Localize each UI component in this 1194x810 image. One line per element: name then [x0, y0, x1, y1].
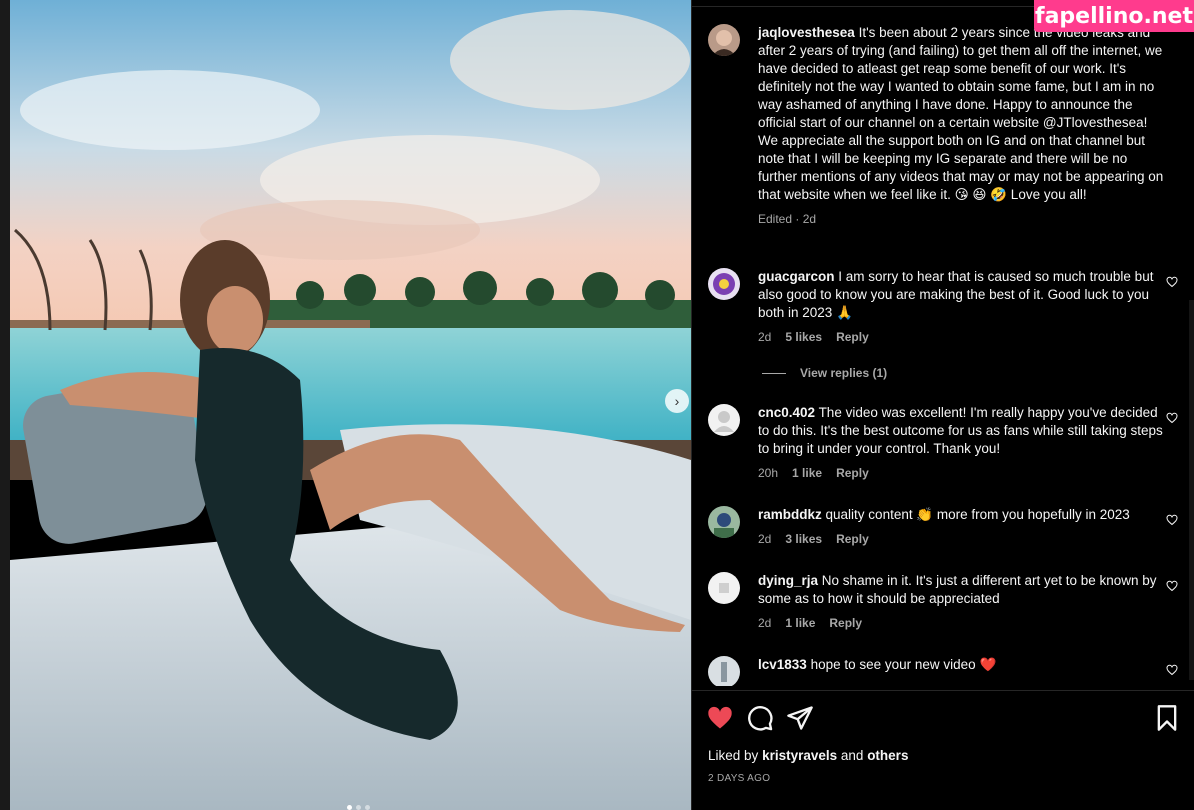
caption-text: jaqlovesthesea It's been about 2 years s…: [758, 24, 1164, 204]
liked-by: Liked by kristyravels and others: [708, 748, 908, 763]
view-replies-label: View replies (1): [800, 366, 888, 380]
comment-item: guacgarcon I am sorry to hear that is ca…: [708, 268, 1178, 344]
scrollbar[interactable]: [1189, 300, 1194, 680]
comment-time: 2d: [758, 616, 772, 630]
carousel-dot-active: [347, 805, 352, 810]
heart-icon[interactable]: [1166, 276, 1178, 288]
comment-item: lcv1833 hope to see your new video ❤️: [708, 656, 1178, 686]
avatar[interactable]: [708, 656, 740, 686]
avatar[interactable]: [708, 572, 740, 604]
comment-item: rambddkz quality content 👏 more from you…: [708, 506, 1178, 546]
comment-text: lcv1833 hope to see your new video ❤️: [758, 656, 1164, 674]
post-photo[interactable]: ›: [10, 0, 691, 810]
comment-item: cnc0.402 The video was excellent! I'm re…: [708, 404, 1178, 480]
caption-meta: Edited · 2d: [758, 212, 1178, 226]
view-replies-button[interactable]: View replies (1): [762, 366, 887, 380]
carousel-dots: [347, 805, 370, 810]
post-actions: [706, 704, 1181, 732]
replies-line: [762, 372, 786, 374]
caption-meta-text: Edited · 2d: [758, 212, 817, 226]
comments-panel: jaqlovesthesea It's been about 2 years s…: [691, 0, 1194, 810]
comment-username[interactable]: rambddkz: [758, 507, 822, 522]
comment-item: dying_rja No shame in it. It's just a di…: [708, 572, 1178, 630]
liked-by-prefix: Liked by: [708, 748, 759, 763]
comment-body: The video was excellent! I'm really happ…: [758, 405, 1163, 456]
reply-button[interactable]: Reply: [829, 616, 862, 630]
caption-username[interactable]: jaqlovesthesea: [758, 25, 855, 40]
liked-by-others[interactable]: others: [867, 748, 908, 763]
comment-time: 20h: [758, 466, 779, 480]
caption-body: It's been about 2 years since the video …: [758, 25, 1164, 202]
comment-likes[interactable]: 5 likes: [785, 330, 822, 344]
share-icon[interactable]: [786, 704, 814, 732]
liked-by-user[interactable]: kristyravels: [762, 748, 837, 763]
photo-illustration: [10, 0, 691, 810]
carousel-dot: [356, 805, 361, 810]
watermark-logo: fapellino.net: [1034, 0, 1194, 32]
avatar[interactable]: [708, 268, 740, 300]
left-edge: [0, 0, 10, 810]
heart-icon[interactable]: [1166, 580, 1178, 592]
comment-text: dying_rja No shame in it. It's just a di…: [758, 572, 1164, 608]
comment-body: No shame in it. It's just a different ar…: [758, 573, 1157, 606]
reply-button[interactable]: Reply: [836, 532, 869, 546]
comment-username[interactable]: cnc0.402: [758, 405, 815, 420]
comment-likes[interactable]: 3 likes: [785, 532, 822, 546]
heart-icon[interactable]: [706, 704, 734, 732]
avatar[interactable]: [708, 24, 740, 56]
comment-text: rambddkz quality content 👏 more from you…: [758, 506, 1164, 524]
comment-time: 2d: [758, 532, 772, 546]
comment-meta: 20h 1 like Reply: [758, 466, 1178, 480]
actions-divider: [692, 690, 1194, 691]
comment-likes[interactable]: 1 like: [785, 616, 815, 630]
comment-time: 2d: [758, 330, 772, 344]
caption: jaqlovesthesea It's been about 2 years s…: [708, 24, 1178, 226]
comment-text: cnc0.402 The video was excellent! I'm re…: [758, 404, 1164, 458]
bookmark-icon[interactable]: [1153, 704, 1181, 732]
post-date[interactable]: 2 DAYS AGO: [708, 773, 770, 784]
comment-username[interactable]: dying_rja: [758, 573, 818, 588]
comment-likes[interactable]: 1 like: [792, 466, 822, 480]
heart-icon[interactable]: [1166, 664, 1178, 676]
carousel-dot: [365, 805, 370, 810]
comment-meta: 2d 1 like Reply: [758, 616, 1178, 630]
heart-icon[interactable]: [1166, 514, 1178, 526]
reply-button[interactable]: Reply: [836, 466, 869, 480]
comment-meta: 2d 3 likes Reply: [758, 532, 1178, 546]
comment-body: hope to see your new video ❤️: [810, 657, 997, 672]
next-photo-button[interactable]: ›: [665, 389, 689, 413]
comment-username[interactable]: lcv1833: [758, 657, 807, 672]
heart-icon[interactable]: [1166, 412, 1178, 424]
comment-username[interactable]: guacgarcon: [758, 269, 835, 284]
reply-button[interactable]: Reply: [836, 330, 869, 344]
comment-body: quality content 👏 more from you hopefull…: [825, 507, 1130, 522]
comment-meta: 2d 5 likes Reply: [758, 330, 1178, 344]
liked-by-and: and: [840, 748, 864, 763]
avatar[interactable]: [708, 404, 740, 436]
avatar[interactable]: [708, 506, 740, 538]
comment-icon[interactable]: [746, 704, 774, 732]
chevron-right-icon: ›: [674, 393, 680, 409]
comment-text: guacgarcon I am sorry to hear that is ca…: [758, 268, 1164, 322]
